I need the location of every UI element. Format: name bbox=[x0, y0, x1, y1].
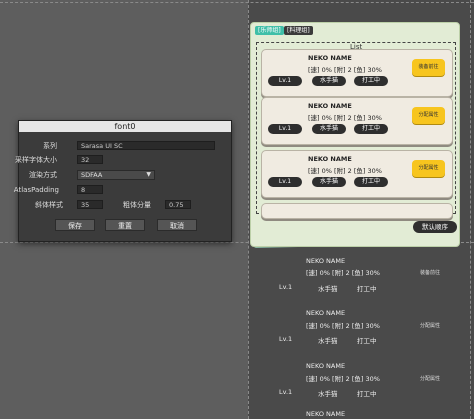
overflow-neko-stats: [速] 0% [附] 2 [鱼] 30% bbox=[306, 269, 380, 277]
row-italic: 斜体样式 35 粗体分量 0.75 bbox=[19, 200, 231, 210]
guide-line-right bbox=[470, 0, 471, 419]
role-badge: 水手猫 bbox=[312, 177, 346, 187]
guide-line-vertical bbox=[248, 0, 249, 419]
neko-stats: [速] 0% [附] 2 [鱼] 30% bbox=[308, 66, 382, 74]
neko-card[interactable]: NEKO NAME [速] 0% [附] 2 [鱼] 30% Lv.1 水手猫 … bbox=[261, 150, 453, 198]
row-sample-size: 采样字体大小 32 bbox=[15, 155, 231, 165]
sort-button[interactable]: 默认顺序 bbox=[413, 221, 457, 233]
label-family: 系列 bbox=[43, 142, 57, 150]
guide-line-top bbox=[0, 2, 474, 3]
overflow-action: 装备前往 bbox=[420, 270, 441, 276]
tab-cooking[interactable]: [料理组] bbox=[284, 26, 313, 35]
overflow-neko-name: NEKO NAME bbox=[306, 410, 346, 418]
family-field[interactable]: Sarasa UI SC bbox=[77, 141, 215, 150]
status-badge: 打工中 bbox=[354, 124, 388, 134]
overflow-neko-name: NEKO NAME bbox=[306, 309, 346, 317]
neko-stats: [速] 0% [附] 2 [鱼] 30% bbox=[308, 167, 382, 175]
neko-name: NEKO NAME bbox=[308, 54, 352, 62]
overflow-status: 打工中 bbox=[357, 390, 377, 398]
label-render-mode: 渲染方式 bbox=[29, 171, 57, 179]
card-action-button[interactable]: 分配属性 bbox=[412, 107, 445, 124]
overflow-action: 分配属性 bbox=[420, 323, 441, 329]
dialog-title: font0 bbox=[19, 121, 231, 132]
neko-name: NEKO NAME bbox=[308, 155, 352, 163]
overflow-neko-stats: [速] 0% [附] 2 [鱼] 30% bbox=[306, 375, 380, 383]
overflow-status: 打工中 bbox=[357, 285, 377, 293]
role-badge: 水手猫 bbox=[312, 76, 346, 86]
overflow-role: 水手猫 bbox=[318, 390, 338, 398]
status-badge: 打工中 bbox=[354, 76, 388, 86]
overflow-role: 水手猫 bbox=[318, 337, 338, 345]
level-badge: Lv.1 bbox=[268, 76, 302, 86]
label-bold-weight: 粗体分量 bbox=[123, 201, 151, 209]
overflow-neko-name: NEKO NAME bbox=[306, 362, 346, 370]
neko-card[interactable]: NEKO NAME [速] 0% [附] 2 [鱼] 30% Lv.1 水手猫 … bbox=[261, 49, 453, 97]
label-sample-size: 采样字体大小 bbox=[15, 156, 57, 164]
atlas-padding-field[interactable]: 8 bbox=[77, 185, 103, 194]
neko-card-partial[interactable] bbox=[261, 203, 453, 219]
level-badge: Lv.1 bbox=[268, 177, 302, 187]
render-mode-value: SDFAA bbox=[81, 171, 103, 179]
neko-card[interactable]: NEKO NAME [速] 0% [附] 2 [鱼] 30% Lv.1 水手猫 … bbox=[261, 97, 453, 145]
overflow-level: Lv.1 bbox=[279, 388, 293, 396]
card-action-button[interactable]: 分配属性 bbox=[412, 160, 445, 177]
sample-size-field[interactable]: 32 bbox=[77, 155, 103, 164]
role-badge: 水手猫 bbox=[312, 124, 346, 134]
neko-list-panel: [乐师组] [料理组] List NEKO NAME [速] 0% [附] 2 … bbox=[250, 22, 460, 247]
tab-musician[interactable]: [乐师组] bbox=[255, 26, 284, 35]
overflow-action: 分配属性 bbox=[420, 376, 441, 382]
save-button[interactable]: 保存 bbox=[55, 219, 95, 231]
chevron-down-icon: ▼ bbox=[146, 171, 151, 178]
bold-weight-field[interactable]: 0.75 bbox=[165, 200, 191, 209]
row-atlas-padding: AtlasPadding 8 bbox=[14, 185, 231, 195]
label-atlas-padding: AtlasPadding bbox=[13, 186, 59, 194]
label-italic: 斜体样式 bbox=[35, 201, 63, 209]
row-render-mode: 渲染方式 SDFAA ▼ bbox=[19, 170, 231, 180]
overflow-role: 水手猫 bbox=[318, 285, 338, 293]
font-settings-dialog: font0 系列 Sarasa UI SC 采样字体大小 32 渲染方式 SDF… bbox=[14, 120, 232, 242]
status-badge: 打工中 bbox=[354, 177, 388, 187]
card-action-button[interactable]: 装备前往 bbox=[412, 59, 445, 76]
neko-name: NEKO NAME bbox=[308, 102, 352, 110]
render-mode-select[interactable]: SDFAA ▼ bbox=[77, 170, 155, 180]
level-badge: Lv.1 bbox=[268, 124, 302, 134]
cancel-button[interactable]: 取消 bbox=[157, 219, 197, 231]
row-family: 系列 Sarasa UI SC bbox=[19, 141, 231, 151]
neko-stats: [速] 0% [附] 2 [鱼] 30% bbox=[308, 114, 382, 122]
reset-button[interactable]: 重置 bbox=[105, 219, 145, 231]
overflow-level: Lv.1 bbox=[279, 335, 293, 343]
overflow-status: 打工中 bbox=[357, 337, 377, 345]
overflow-neko-stats: [速] 0% [附] 2 [鱼] 30% bbox=[306, 322, 380, 330]
overflow-neko-name: NEKO NAME bbox=[306, 257, 346, 265]
overflow-level: Lv.1 bbox=[279, 283, 293, 291]
